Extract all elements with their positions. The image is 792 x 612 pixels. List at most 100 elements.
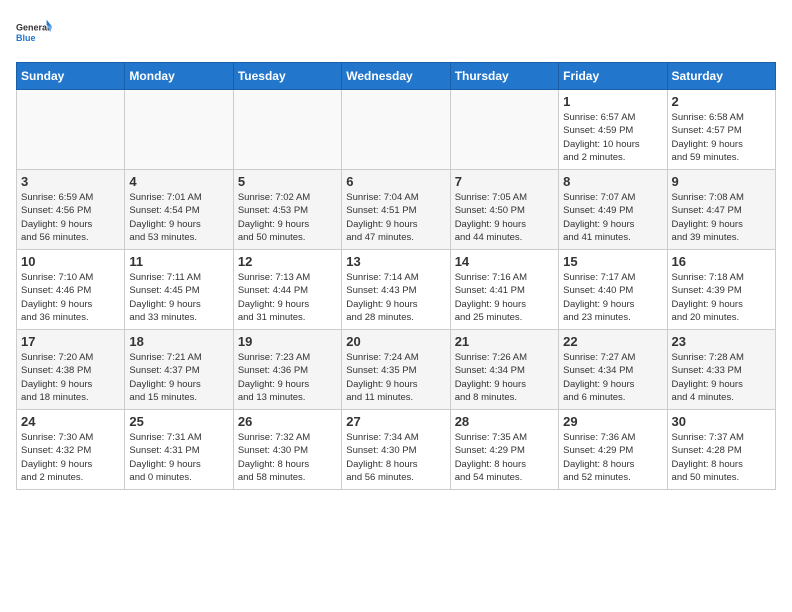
calendar-cell: 4 Sunrise: 7:01 AM Sunset: 4:54 PM Daylig…	[125, 170, 233, 250]
calendar-cell	[17, 90, 125, 170]
day-info: Sunrise: 7:11 AM Sunset: 4:45 PM Dayligh…	[129, 271, 228, 324]
day-info: Sunrise: 7:05 AM Sunset: 4:50 PM Dayligh…	[455, 191, 554, 244]
svg-text:Blue: Blue	[16, 33, 36, 43]
day-info: Sunrise: 7:04 AM Sunset: 4:51 PM Dayligh…	[346, 191, 445, 244]
day-number: 29	[563, 414, 662, 429]
day-info: Sunrise: 7:28 AM Sunset: 4:33 PM Dayligh…	[672, 351, 771, 404]
day-info: Sunrise: 7:24 AM Sunset: 4:35 PM Dayligh…	[346, 351, 445, 404]
day-number: 1	[563, 94, 662, 109]
day-info: Sunrise: 7:01 AM Sunset: 4:54 PM Dayligh…	[129, 191, 228, 244]
day-number: 23	[672, 334, 771, 349]
calendar-cell: 11 Sunrise: 7:11 AM Sunset: 4:45 PM Dayli…	[125, 250, 233, 330]
calendar-cell: 25 Sunrise: 7:31 AM Sunset: 4:31 PM Dayli…	[125, 410, 233, 490]
calendar-week-row: 10 Sunrise: 7:10 AM Sunset: 4:46 PM Dayli…	[17, 250, 776, 330]
calendar-cell: 13 Sunrise: 7:14 AM Sunset: 4:43 PM Dayli…	[342, 250, 450, 330]
day-number: 16	[672, 254, 771, 269]
day-info: Sunrise: 7:32 AM Sunset: 4:30 PM Dayligh…	[238, 431, 337, 484]
calendar-cell: 14 Sunrise: 7:16 AM Sunset: 4:41 PM Dayli…	[450, 250, 558, 330]
calendar-cell	[125, 90, 233, 170]
day-info: Sunrise: 7:02 AM Sunset: 4:53 PM Dayligh…	[238, 191, 337, 244]
day-number: 13	[346, 254, 445, 269]
calendar-cell	[233, 90, 341, 170]
day-info: Sunrise: 6:59 AM Sunset: 4:56 PM Dayligh…	[21, 191, 120, 244]
calendar-cell: 8Sunrise: 7:07 AM Sunset: 4:49 PM Daylig…	[559, 170, 667, 250]
day-info: Sunrise: 7:14 AM Sunset: 4:43 PM Dayligh…	[346, 271, 445, 324]
calendar-cell: 30 Sunrise: 7:37 AM Sunset: 4:28 PM Dayli…	[667, 410, 775, 490]
calendar-header: SundayMondayTuesdayWednesdayThursdayFrid…	[17, 63, 776, 90]
day-number: 8	[563, 174, 662, 189]
calendar-cell	[342, 90, 450, 170]
weekday-header-friday: Friday	[559, 63, 667, 90]
day-number: 26	[238, 414, 337, 429]
weekday-header-wednesday: Wednesday	[342, 63, 450, 90]
day-info: Sunrise: 7:23 AM Sunset: 4:36 PM Dayligh…	[238, 351, 337, 404]
day-number: 27	[346, 414, 445, 429]
day-number: 2	[672, 94, 771, 109]
calendar-cell: 17 Sunrise: 7:20 AM Sunset: 4:38 PM Dayli…	[17, 330, 125, 410]
day-number: 10	[21, 254, 120, 269]
day-number: 17	[21, 334, 120, 349]
day-info: Sunrise: 7:31 AM Sunset: 4:31 PM Dayligh…	[129, 431, 228, 484]
calendar-cell: 22 Sunrise: 7:27 AM Sunset: 4:34 PM Dayli…	[559, 330, 667, 410]
page-header: General Blue	[16, 16, 776, 52]
day-number: 7	[455, 174, 554, 189]
day-info: Sunrise: 6:58 AM Sunset: 4:57 PM Dayligh…	[672, 111, 771, 164]
weekday-header-saturday: Saturday	[667, 63, 775, 90]
calendar-cell: 2 Sunrise: 6:58 AM Sunset: 4:57 PM Daylig…	[667, 90, 775, 170]
day-number: 22	[563, 334, 662, 349]
day-number: 24	[21, 414, 120, 429]
weekday-header-sunday: Sunday	[17, 63, 125, 90]
day-number: 28	[455, 414, 554, 429]
day-number: 21	[455, 334, 554, 349]
calendar-week-row: 1Sunrise: 6:57 AM Sunset: 4:59 PM Daylig…	[17, 90, 776, 170]
calendar-cell: 10 Sunrise: 7:10 AM Sunset: 4:46 PM Dayli…	[17, 250, 125, 330]
day-info: Sunrise: 7:17 AM Sunset: 4:40 PM Dayligh…	[563, 271, 662, 324]
day-number: 5	[238, 174, 337, 189]
calendar-cell: 29 Sunrise: 7:36 AM Sunset: 4:29 PM Dayli…	[559, 410, 667, 490]
day-number: 30	[672, 414, 771, 429]
weekday-header-tuesday: Tuesday	[233, 63, 341, 90]
day-info: Sunrise: 7:16 AM Sunset: 4:41 PM Dayligh…	[455, 271, 554, 324]
day-info: Sunrise: 7:20 AM Sunset: 4:38 PM Dayligh…	[21, 351, 120, 404]
weekday-header-row: SundayMondayTuesdayWednesdayThursdayFrid…	[17, 63, 776, 90]
day-info: Sunrise: 7:27 AM Sunset: 4:34 PM Dayligh…	[563, 351, 662, 404]
calendar-cell: 27 Sunrise: 7:34 AM Sunset: 4:30 PM Dayli…	[342, 410, 450, 490]
calendar-cell: 21 Sunrise: 7:26 AM Sunset: 4:34 PM Dayli…	[450, 330, 558, 410]
calendar-cell: 16 Sunrise: 7:18 AM Sunset: 4:39 PM Dayli…	[667, 250, 775, 330]
logo-icon: General Blue	[16, 16, 52, 52]
day-info: Sunrise: 7:10 AM Sunset: 4:46 PM Dayligh…	[21, 271, 120, 324]
calendar-cell: 15Sunrise: 7:17 AM Sunset: 4:40 PM Dayli…	[559, 250, 667, 330]
calendar-week-row: 3 Sunrise: 6:59 AM Sunset: 4:56 PM Daylig…	[17, 170, 776, 250]
calendar-cell: 26 Sunrise: 7:32 AM Sunset: 4:30 PM Dayli…	[233, 410, 341, 490]
day-info: Sunrise: 7:37 AM Sunset: 4:28 PM Dayligh…	[672, 431, 771, 484]
day-info: Sunrise: 7:21 AM Sunset: 4:37 PM Dayligh…	[129, 351, 228, 404]
day-number: 19	[238, 334, 337, 349]
day-number: 25	[129, 414, 228, 429]
day-number: 14	[455, 254, 554, 269]
svg-text:General: General	[16, 22, 50, 32]
calendar-cell: 7 Sunrise: 7:05 AM Sunset: 4:50 PM Daylig…	[450, 170, 558, 250]
logo: General Blue	[16, 16, 52, 52]
calendar-cell: 19 Sunrise: 7:23 AM Sunset: 4:36 PM Dayli…	[233, 330, 341, 410]
calendar-body: 1Sunrise: 6:57 AM Sunset: 4:59 PM Daylig…	[17, 90, 776, 490]
calendar-cell	[450, 90, 558, 170]
day-number: 18	[129, 334, 228, 349]
calendar-cell: 6Sunrise: 7:04 AM Sunset: 4:51 PM Daylig…	[342, 170, 450, 250]
calendar-cell: 23 Sunrise: 7:28 AM Sunset: 4:33 PM Dayli…	[667, 330, 775, 410]
day-info: Sunrise: 7:36 AM Sunset: 4:29 PM Dayligh…	[563, 431, 662, 484]
day-info: Sunrise: 7:13 AM Sunset: 4:44 PM Dayligh…	[238, 271, 337, 324]
day-number: 12	[238, 254, 337, 269]
day-info: Sunrise: 7:34 AM Sunset: 4:30 PM Dayligh…	[346, 431, 445, 484]
day-number: 11	[129, 254, 228, 269]
calendar-cell: 28Sunrise: 7:35 AM Sunset: 4:29 PM Dayli…	[450, 410, 558, 490]
day-info: Sunrise: 7:18 AM Sunset: 4:39 PM Dayligh…	[672, 271, 771, 324]
day-number: 4	[129, 174, 228, 189]
calendar-cell: 18 Sunrise: 7:21 AM Sunset: 4:37 PM Dayli…	[125, 330, 233, 410]
calendar-week-row: 24 Sunrise: 7:30 AM Sunset: 4:32 PM Dayli…	[17, 410, 776, 490]
calendar-cell: 1Sunrise: 6:57 AM Sunset: 4:59 PM Daylig…	[559, 90, 667, 170]
calendar-cell: 9Sunrise: 7:08 AM Sunset: 4:47 PM Daylig…	[667, 170, 775, 250]
day-number: 3	[21, 174, 120, 189]
calendar-table: SundayMondayTuesdayWednesdayThursdayFrid…	[16, 62, 776, 490]
day-info: Sunrise: 7:30 AM Sunset: 4:32 PM Dayligh…	[21, 431, 120, 484]
day-info: Sunrise: 7:26 AM Sunset: 4:34 PM Dayligh…	[455, 351, 554, 404]
